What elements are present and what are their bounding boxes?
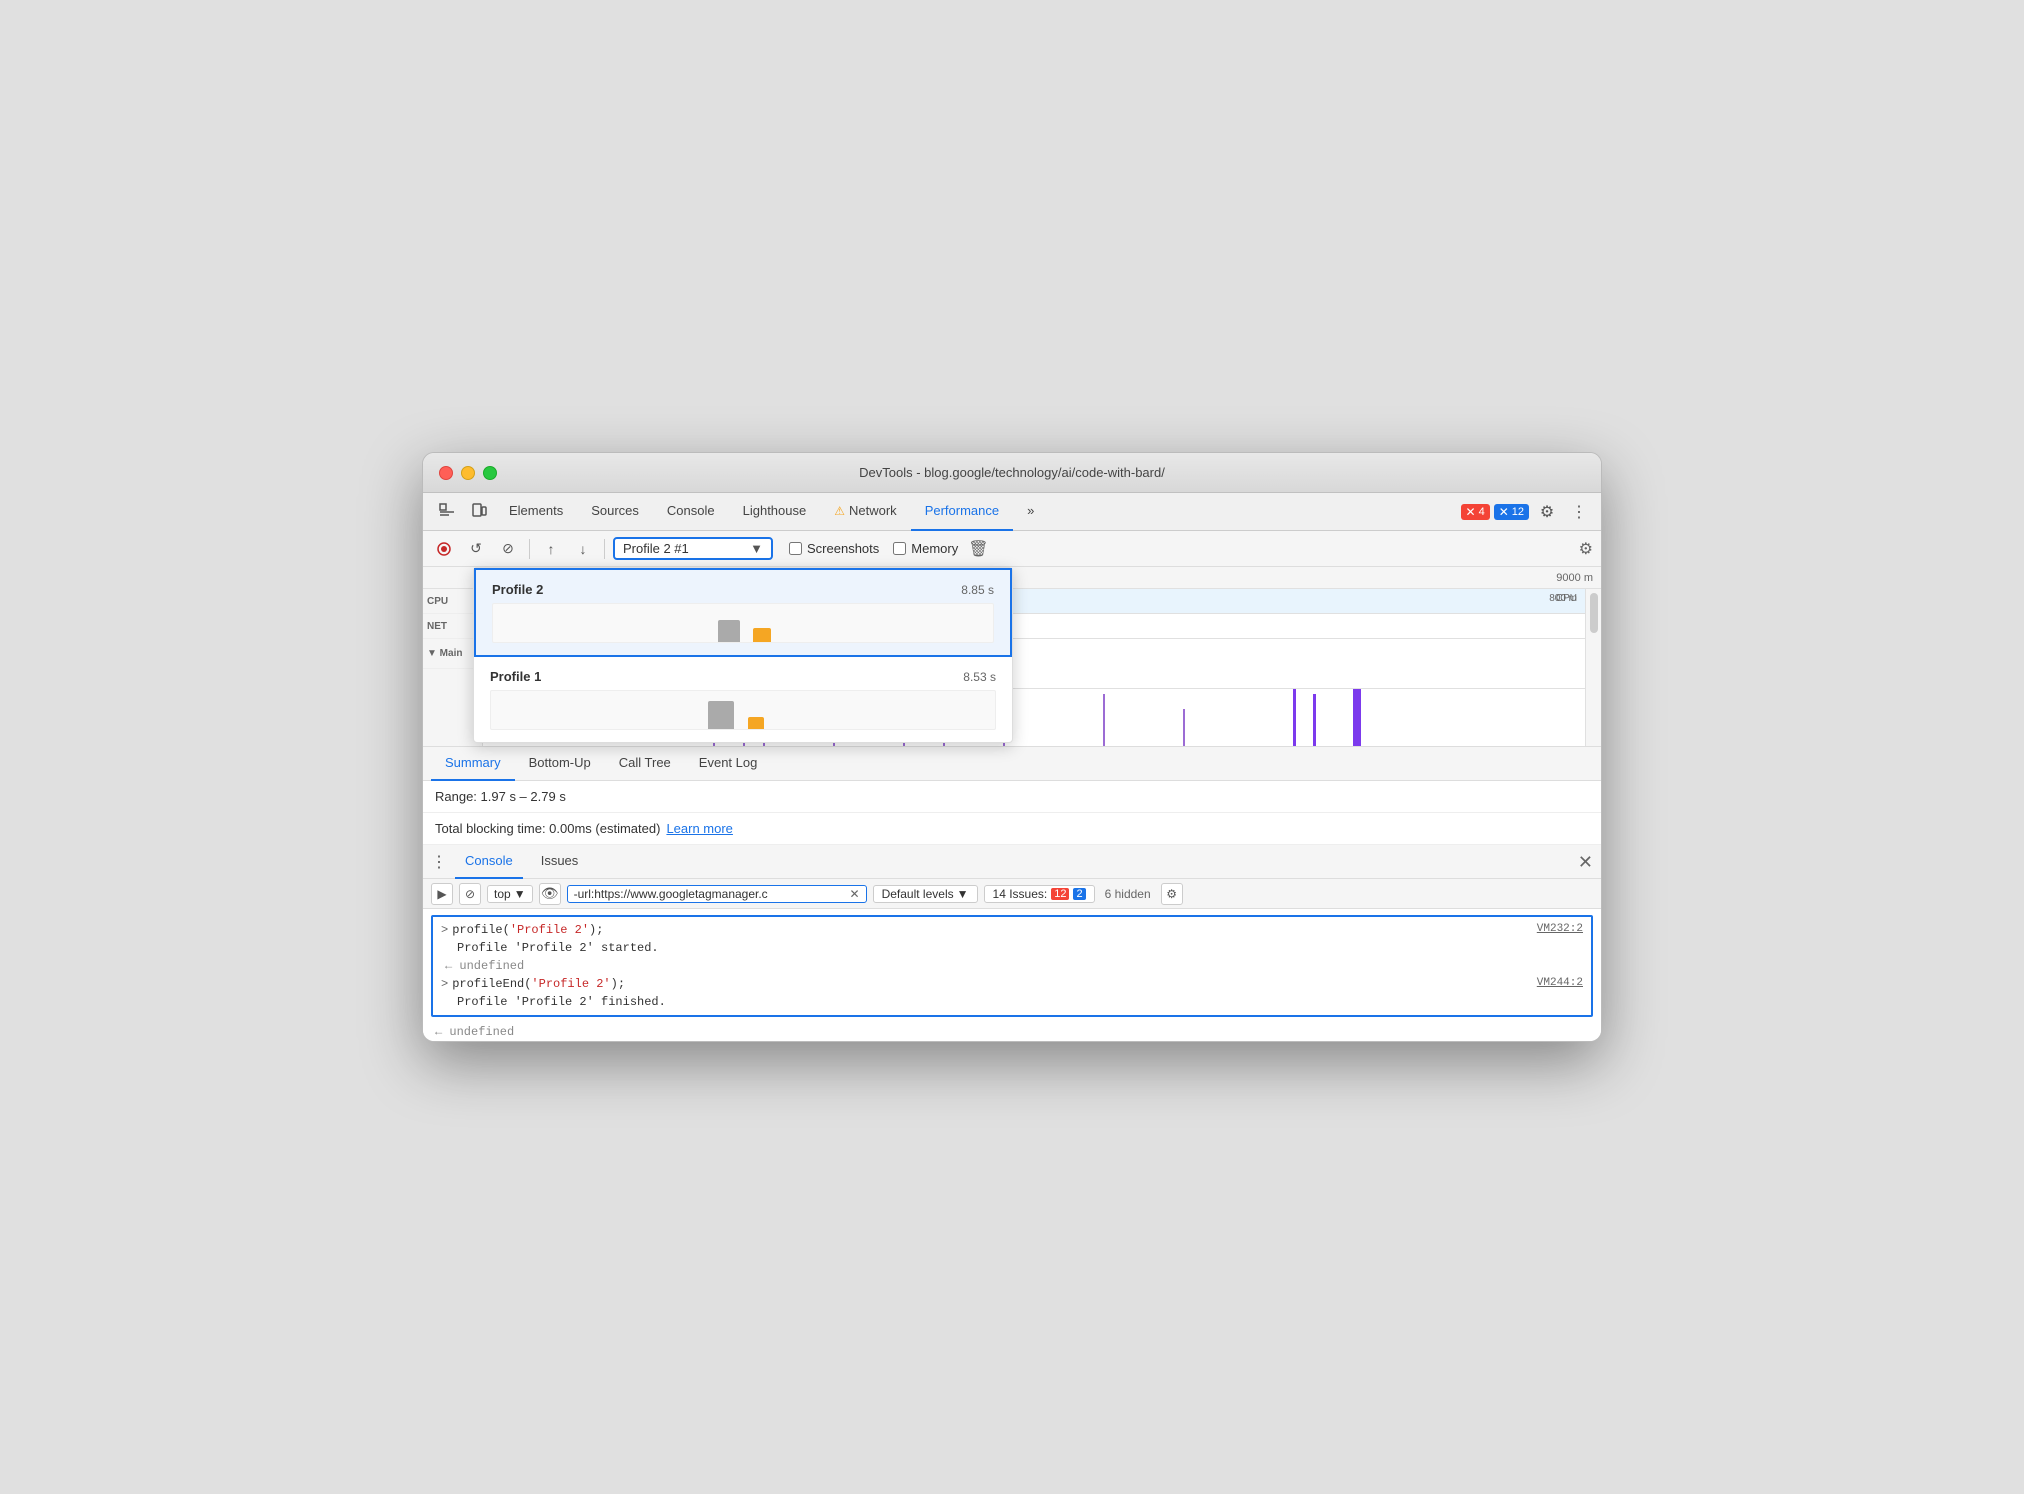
warn-icon: ⚠ [834,504,845,518]
hidden-count-label: 6 hidden [1105,887,1151,901]
console-tab-console[interactable]: Console [455,845,523,879]
console-link-1[interactable]: VM232:2 [1537,923,1583,935]
console-group-profile2: > profile('Profile 2'); VM232:2 Profile … [431,915,1593,1017]
purple-bar-10 [1293,689,1296,747]
trash-icon[interactable]: 🗑 [968,539,988,559]
filter-clear-icon[interactable]: ✕ [850,887,860,901]
levels-dropdown[interactable]: Default levels ▼ [873,885,978,903]
screenshots-checkbox[interactable]: Screenshots [789,541,879,556]
issues-count-badge[interactable]: 14 Issues: 12 2 [984,885,1095,903]
minimize-button[interactable] [461,466,475,480]
purple-bar-11 [1313,694,1316,747]
console-output: > profile('Profile 2'); VM232:2 Profile … [423,915,1601,1041]
levels-chevron-icon: ▼ [957,887,969,901]
tab-console[interactable]: Console [653,493,729,531]
tab-sources[interactable]: Sources [577,493,653,531]
profile2-option[interactable]: Profile 2 8.85 s [474,568,1012,657]
error-badge[interactable]: ✕ 4 [1461,504,1490,520]
clear-console-button[interactable]: ⊘ [459,883,481,905]
close-button[interactable] [439,466,453,480]
console-header: ⋮ Console Issues ✕ [423,845,1601,879]
console-line-2: Profile 'Profile 2' started. [441,939,1583,957]
device-icon[interactable] [463,493,495,531]
sidebar-toggle-button[interactable]: ▶ [431,883,453,905]
separator-2 [604,539,605,559]
dropdown-chevron-icon: ▼ [514,887,526,901]
tab-network[interactable]: ⚠ Network [820,493,910,531]
profile1-option[interactable]: Profile 1 8.53 s [474,657,1012,742]
filter-input[interactable]: -url:https://www.googletagmanager.c ✕ [567,885,867,903]
separator-1 [529,539,530,559]
tab-call-tree[interactable]: Call Tree [605,747,685,781]
issues-error-count: 12 [1051,888,1069,900]
console-line-1: > profile('Profile 2'); VM232:2 [441,921,1583,939]
settings-icon[interactable]: ⚙ [1533,498,1561,526]
issues-info-count: 2 [1073,888,1085,900]
tab-performance[interactable]: Performance [911,493,1013,531]
scrollbar-area[interactable] [1585,589,1601,746]
console-arrow-4: > [441,977,448,991]
more-options-icon[interactable]: ⋮ [1565,498,1593,526]
profile2-chart [492,603,994,643]
devtools-window: DevTools - blog.google/technology/ai/cod… [422,452,1602,1042]
traffic-lights [439,466,497,480]
profile-dropdown[interactable]: Profile 2 #1 ▼ [613,537,773,560]
window-title: DevTools - blog.google/technology/ai/cod… [859,465,1165,480]
titlebar: DevTools - blog.google/technology/ai/cod… [423,453,1601,493]
main-tabs-bar: Elements Sources Console Lighthouse ⚠ Ne… [423,493,1601,531]
blocking-info: Total blocking time: 0.00ms (estimated) … [423,813,1601,845]
devtools-body: Elements Sources Console Lighthouse ⚠ Ne… [423,493,1601,1041]
purple-bar-12 [1353,689,1361,747]
console-settings-button[interactable]: ⚙ [1161,883,1183,905]
inspector-icon[interactable] [431,493,463,531]
download-button[interactable]: ↓ [570,536,596,562]
context-dropdown[interactable]: top ▼ [487,885,533,903]
maximize-button[interactable] [483,466,497,480]
console-section: ⋮ Console Issues ✕ ▶ ⊘ top ▼ 👁 [423,845,1601,1041]
close-console-icon[interactable]: ✕ [1578,853,1593,871]
purple-bar-8 [1103,694,1105,747]
tab-more[interactable]: » [1013,493,1048,531]
drawer-toggle-icon[interactable]: ⋮ [431,852,447,872]
memory-checkbox[interactable]: Memory [893,541,958,556]
performance-toolbar: ↺ ⊘ ↑ ↓ Profile 2 #1 ▼ Screenshots Memor… [423,531,1601,567]
record-button[interactable] [431,536,457,562]
tab-summary[interactable]: Summary [431,747,515,781]
profile-dropdown-overlay: Profile 2 8.85 s Profile 1 8.53 s [473,567,1013,743]
learn-more-link[interactable]: Learn more [666,821,732,836]
range-info: Range: 1.97 s – 2.79 s [423,781,1601,813]
net-right-label: 800 m [1549,593,1577,604]
scrollbar-thumb[interactable] [1590,593,1598,633]
console-line-4: > profileEnd('Profile 2'); VM244:2 [441,975,1583,993]
console-undefined-outer: ← undefined [423,1023,1601,1041]
console-line-5: Profile 'Profile 2' finished. [441,993,1583,1011]
dropdown-arrow-icon: ▼ [750,541,763,556]
tab-elements[interactable]: Elements [495,493,577,531]
bottom-tabs-bar: Summary Bottom-Up Call Tree Event Log [423,747,1601,781]
tab-lighthouse[interactable]: Lighthouse [729,493,821,531]
tabs-right-area: ✕ 4 ✕ 12 ⚙ ⋮ [1461,498,1594,526]
console-tab-issues[interactable]: Issues [531,845,589,879]
eye-button[interactable]: 👁 [539,883,561,905]
console-toolbar: ▶ ⊘ top ▼ 👁 -url:https://www.googletagma… [423,879,1601,909]
info-badge[interactable]: ✕ 12 [1494,504,1529,520]
eye-icon: 👁 [541,885,559,902]
tab-event-log[interactable]: Event Log [685,747,772,781]
clear-button[interactable]: ⊘ [495,536,521,562]
profile1-chart [490,690,996,730]
checkbox-group: Screenshots Memory [789,541,958,556]
reload-record-button[interactable]: ↺ [463,536,489,562]
performance-settings-icon[interactable]: ⚙ [1579,539,1593,559]
upload-button[interactable]: ↑ [538,536,564,562]
console-arrow-1: > [441,923,448,937]
console-link-2[interactable]: VM244:2 [1537,977,1583,989]
tab-bottom-up[interactable]: Bottom-Up [515,747,605,781]
purple-bar-9 [1183,709,1185,747]
console-undefined-1: ← undefined [441,957,1583,975]
